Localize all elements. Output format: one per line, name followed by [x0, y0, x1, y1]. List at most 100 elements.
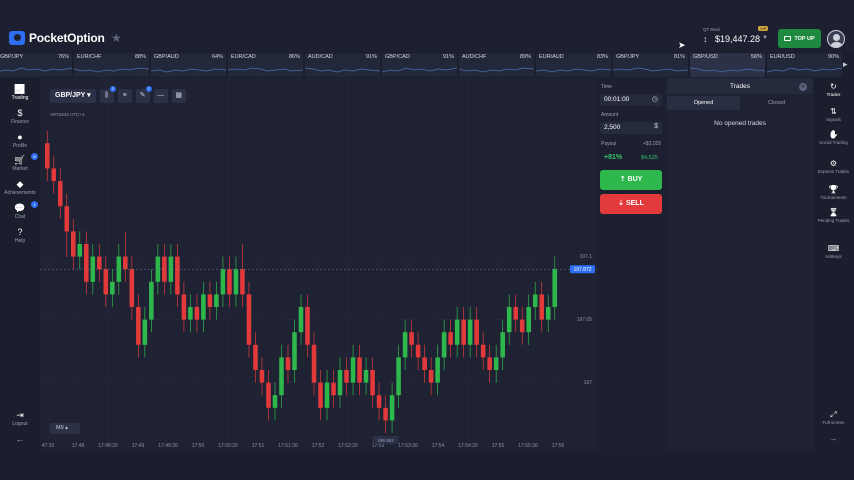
right-nav-signals[interactable]: ⇅ Signals [813, 107, 854, 123]
ticker-next-icon[interactable]: ▸ [843, 59, 848, 70]
sidebar-item-finance[interactable]: $ Finance [0, 108, 40, 125]
line-button[interactable]: — [153, 89, 168, 103]
ticker-asset-name: GBP/USD [693, 54, 718, 60]
tab-closed[interactable]: Closed [740, 96, 813, 110]
indicators-button[interactable]: ≡ [117, 89, 132, 103]
ticker-item[interactable]: EUR/USD 90% [767, 53, 842, 77]
trade-panel: Time 00:01:00 ◷ Amount 2,500 $ Payout +$… [597, 78, 667, 450]
sidebar-item-help[interactable]: ? Help [0, 227, 40, 244]
sell-button[interactable]: ⇣ SELL [600, 194, 662, 214]
right-sidebar: ↻ Trades ⇅ Signals ✋ Social Trading ⚙ Express T… [813, 78, 854, 450]
candle-body [383, 407, 388, 421]
right-nav-trades[interactable]: ↻ Trades [813, 82, 854, 98]
chart-toolbar: GBP/JPY ▾ ⫼ 3 ≡ ✎ 2 — ▦ [50, 86, 186, 103]
top-bar: PocketOption ★ ➤ QT Real VIP ↕ $19,447.2… [0, 0, 854, 52]
candle-body [376, 395, 382, 408]
y-tick-label: 197.05 [577, 317, 593, 323]
close-icon[interactable]: ✕ [799, 83, 807, 91]
candle-body [389, 395, 395, 421]
hotkeys-icon: ⌨ [827, 244, 840, 253]
x-tick-label: 17:54:30 [458, 443, 478, 449]
ticker-item[interactable]: EUR/CHF 88% [74, 53, 149, 77]
right-nav-label: Full screen [822, 420, 845, 425]
x-tick-label: 17:50:30 [218, 443, 238, 449]
candle-body [253, 344, 258, 370]
chevron-down-icon: ▼ [762, 35, 768, 41]
candle-body [344, 370, 349, 383]
sidebar-item-trading[interactable]: 📈 Trading [0, 84, 40, 101]
candle-body [44, 143, 50, 169]
asset-select-button[interactable]: GBP/JPY ▾ [50, 89, 96, 103]
candle-body [448, 332, 453, 345]
candle-body [454, 319, 460, 345]
top-up-button[interactable]: TOP UP [778, 29, 821, 48]
collapse-arrow-icon[interactable]: ← [0, 434, 40, 444]
empty-trades-text: No opened trades [714, 120, 766, 127]
timeframe-select[interactable]: M9 ▴ [50, 423, 80, 434]
sidebar-item-label: Finance [11, 119, 29, 125]
ticker-item[interactable]: AUD/CAD 91% [305, 53, 380, 77]
indicators-icon: ≡ [122, 92, 127, 99]
ticker-item[interactable]: GBP/JPY 81% [613, 53, 688, 77]
sidebar-item-label: Trading [11, 95, 29, 101]
candle-body [337, 370, 343, 396]
avatar[interactable] [827, 30, 845, 48]
timeframe-label: M9 [56, 425, 64, 431]
candle-body [532, 294, 538, 307]
ticker-payout: 76% [57, 54, 69, 60]
sidebar-item-profile[interactable]: ● Profile [0, 132, 40, 149]
candle-body [552, 269, 558, 307]
trading-icon: 📈 [14, 84, 26, 94]
right-nav-social-trading[interactable]: ✋ Social Trading [813, 130, 854, 146]
sidebar-item-logout[interactable]: ⇥ Logout [0, 410, 40, 427]
ticker-item[interactable]: AUD/CHF 89% [459, 53, 534, 77]
expand-arrow-icon[interactable]: → [813, 434, 854, 443]
candle-body [57, 181, 63, 207]
ticker-item[interactable]: GBP/USD 56% [690, 53, 765, 77]
account-selector[interactable]: QT Real VIP ↕ $19,447.28 ▼ [703, 26, 771, 47]
ticker-payout: 64% [211, 54, 223, 60]
logo[interactable]: PocketOption [9, 31, 105, 45]
right-nav-full-screen[interactable]: ⤢ Full screen [813, 410, 854, 426]
right-nav-tournaments[interactable]: 🏆 Tournaments [813, 185, 854, 201]
sidebar-item-market[interactable]: 🛒 Market 6 [0, 153, 40, 172]
chart-type-button[interactable]: ⫼ 3 [99, 86, 116, 103]
tab-opened[interactable]: Opened [667, 96, 740, 110]
candle-body [292, 332, 297, 370]
ticker-item[interactable]: EUR/CAD 86% [228, 53, 303, 77]
ticker-sparkline [151, 68, 226, 73]
bottom-strip [0, 450, 854, 480]
buy-button[interactable]: ⇡ BUY [600, 170, 662, 190]
layout-button[interactable]: ▦ [171, 89, 186, 103]
sidebar-item-achievements[interactable]: ◆ Achievements [0, 179, 40, 196]
ticker-item[interactable]: GBP/CAD 91% [382, 53, 457, 77]
favorite-star-icon[interactable]: ★ [111, 31, 122, 45]
time-field[interactable]: 00:01:00 ◷ [600, 94, 662, 106]
price-chart[interactable]: 47:30 17:48 17:48:30 17:49 17:49:30 17:50 17:5… [40, 78, 597, 450]
sidebar-item-chat[interactable]: 💬 Chat 1 [0, 201, 40, 220]
ticker-item[interactable]: GBP/JPY 76% [0, 53, 72, 77]
ticker-item[interactable]: GBP/AUD 64% [151, 53, 226, 77]
right-nav-hotkeys[interactable]: ⌨ Hotkeys [813, 244, 854, 260]
amount-field[interactable]: 2,500 $ [600, 122, 662, 134]
ticker-payout: 86% [288, 54, 300, 60]
notification-badge: 6 [31, 153, 38, 160]
time-value: 00:01:00 [604, 96, 630, 103]
fullscreen-icon: ⤢ [830, 410, 837, 419]
candle-body [441, 332, 447, 358]
candlestick-chart[interactable]: 47:30 17:48 17:48:30 17:49 17:49:30 17:50 17:5… [40, 78, 597, 450]
x-tick-label: 17:52:30 [338, 443, 358, 449]
x-tick-label: 47:30 [42, 443, 55, 449]
candle-body [461, 319, 466, 345]
y-tick-label: 197 [584, 380, 593, 386]
right-nav-label: Tournaments [820, 195, 847, 200]
right-nav-express-trades[interactable]: ⚙ Express Trades [813, 159, 854, 175]
ticker-asset-name: EUR/CHF [77, 54, 102, 60]
ticker-item[interactable]: EUR/AUD 83% [536, 53, 611, 77]
drawing-button[interactable]: ✎ 2 [135, 86, 152, 103]
right-nav-pending-trades[interactable]: ⌛ Pending Trades [813, 208, 854, 224]
chart-subtitle: XRT5836 UTC+3 [50, 112, 85, 117]
ticker-sparkline [459, 67, 534, 73]
right-nav-label: Trades [826, 92, 841, 97]
candle-body [285, 357, 291, 370]
